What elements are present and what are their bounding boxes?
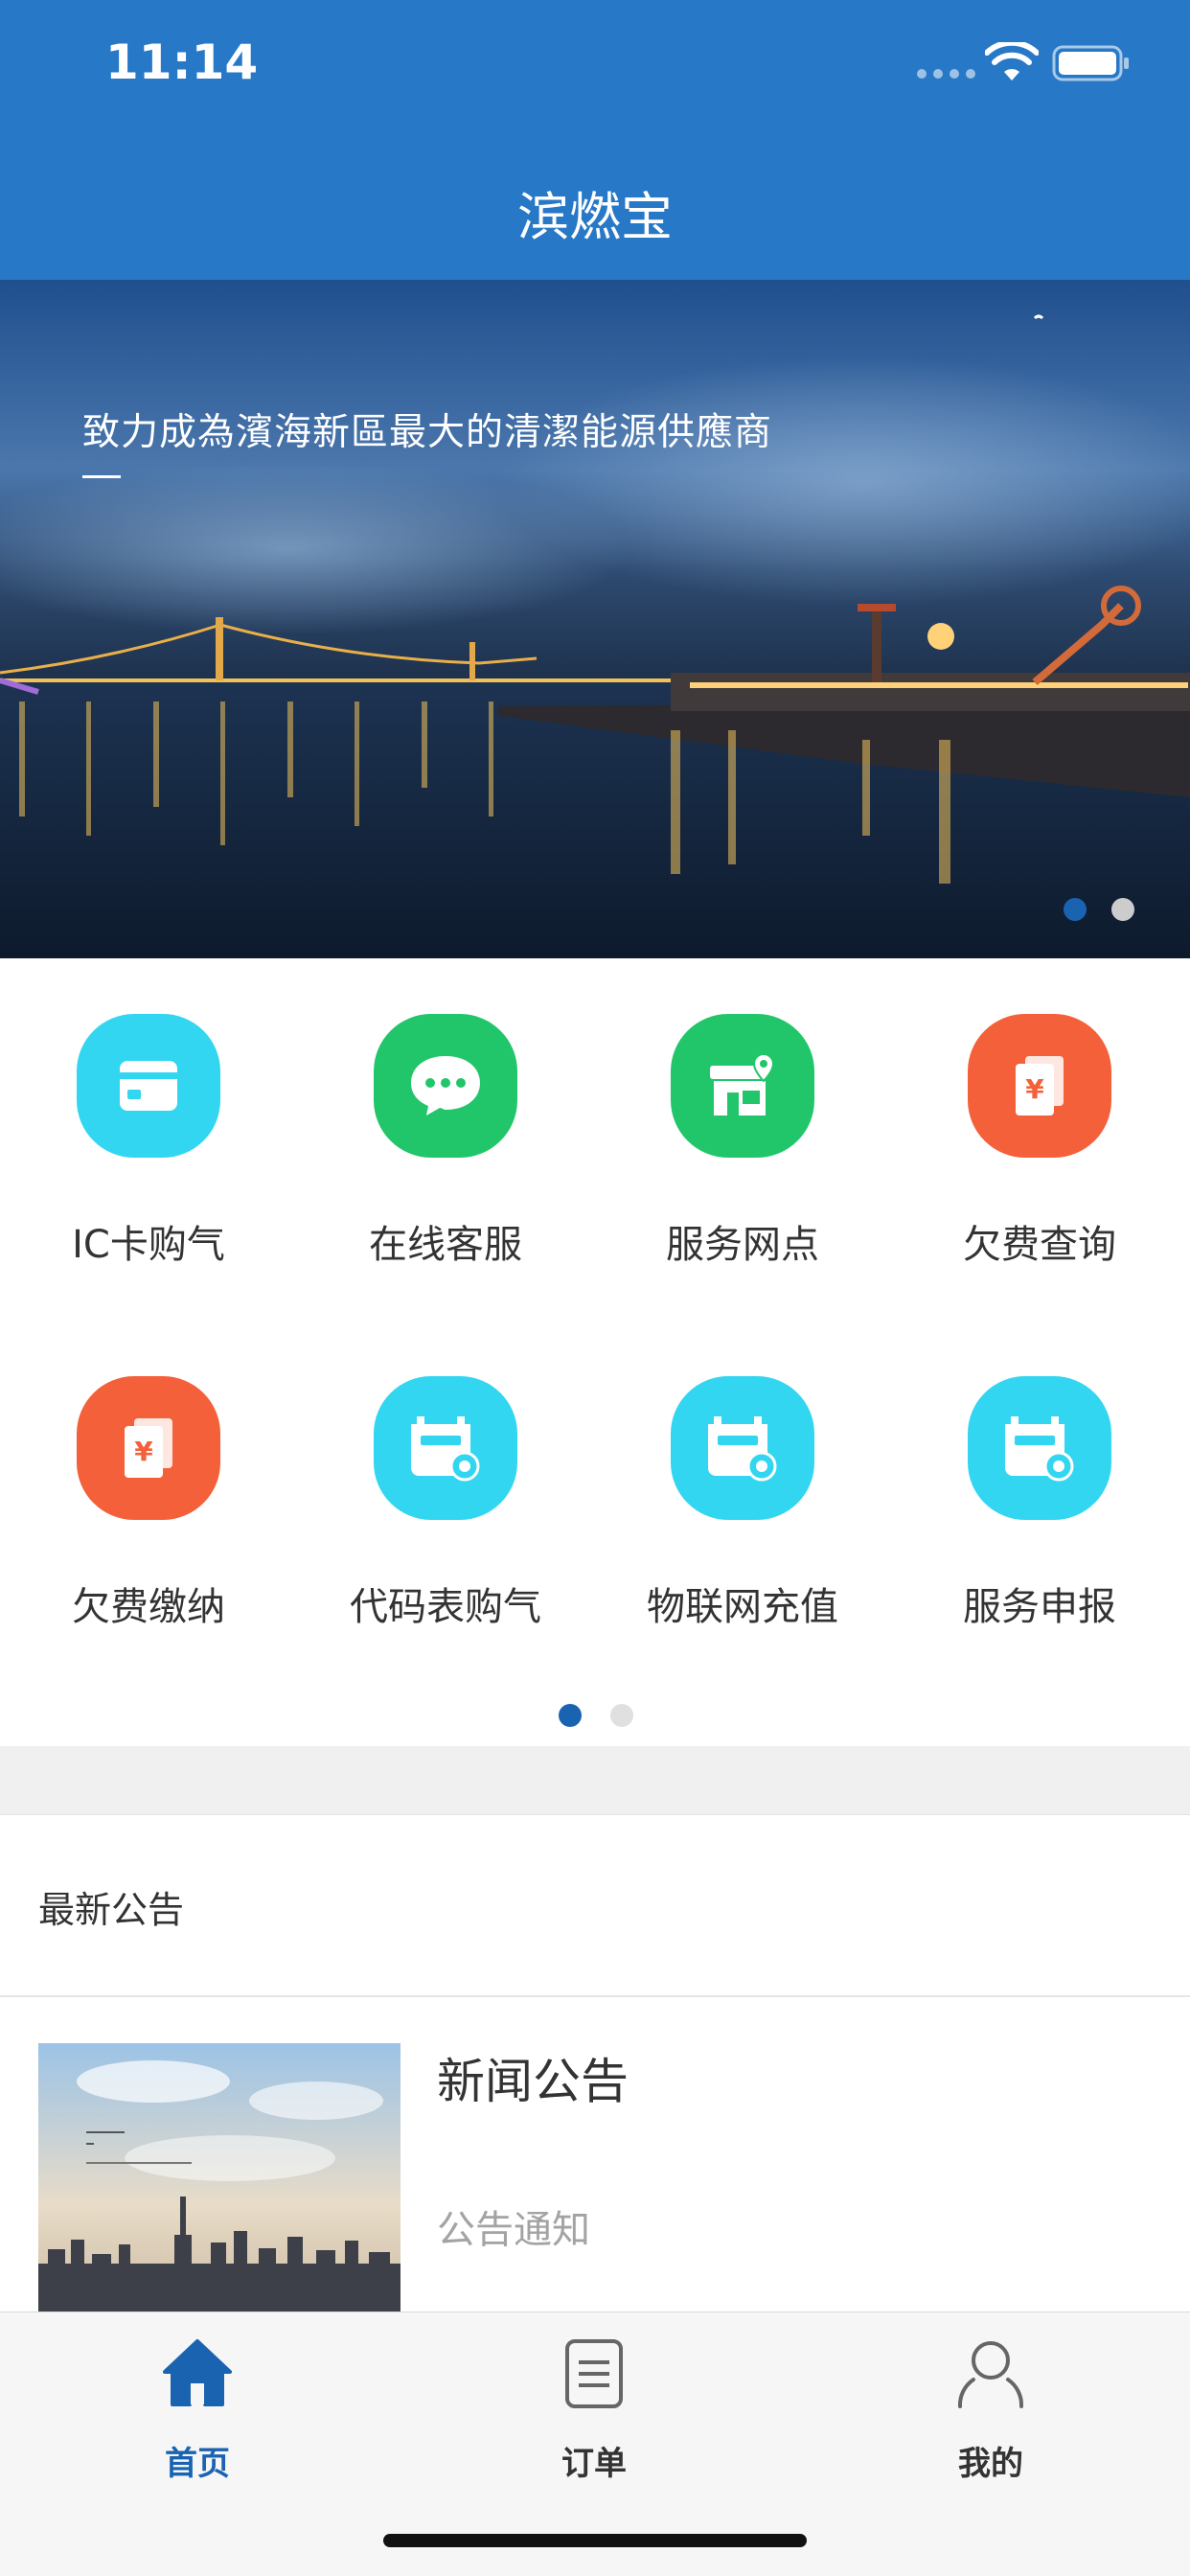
grid-item-label: 服务网点	[666, 1223, 819, 1267]
news-subtitle: 公告通知	[437, 2208, 590, 2252]
home-indicator	[383, 2534, 807, 2547]
svg-text:¥: ¥	[134, 1436, 153, 1467]
service-grid: IC卡购气 在线客服 服务网点 ¥ 欠费查询 ¥ 欠费缴纳 代码表购气 物联网充…	[0, 958, 1190, 1746]
tab-label: 订单	[561, 2445, 627, 2483]
grid-item-label: 代码表购气	[350, 1585, 541, 1629]
gas-meter-icon	[374, 1376, 517, 1520]
wifi-icon	[985, 42, 1039, 80]
grid-dot-1	[559, 1704, 582, 1727]
banner-page-indicator	[1064, 898, 1134, 921]
grid-item-service-report[interactable]: 服务申报	[891, 1376, 1188, 1631]
grid-item-label: 在线客服	[369, 1223, 522, 1267]
grid-page-indicator	[559, 1704, 633, 1727]
cellular-signal-icon	[917, 69, 975, 79]
grid-item-iot-recharge[interactable]: 物联网充值	[594, 1376, 891, 1631]
banner-carousel[interactable]: 致力成為濱海新區最大的清潔能源供應商	[0, 280, 1190, 958]
news-thumbnail	[38, 2043, 400, 2313]
banner-slogan: 致力成為濱海新區最大的清潔能源供應商	[82, 411, 773, 454]
grid-item-label: 服务申报	[963, 1585, 1116, 1629]
tab-label: 我的	[958, 2445, 1023, 2483]
banner-dot-1	[1064, 898, 1087, 921]
grid-item-label: 欠费缴纳	[72, 1585, 225, 1629]
order-list-icon	[565, 2339, 623, 2408]
chat-icon	[374, 1014, 517, 1158]
grid-item-online-service[interactable]: 在线客服	[297, 1014, 594, 1269]
banner-image	[0, 280, 1190, 958]
battery-icon	[1052, 45, 1129, 81]
store-location-icon	[671, 1014, 814, 1158]
home-icon	[163, 2339, 232, 2406]
grid-item-ic-card[interactable]: IC卡购气	[0, 1014, 297, 1269]
gas-meter-icon	[671, 1376, 814, 1520]
svg-text:¥: ¥	[1025, 1073, 1044, 1105]
banner-dot-2	[1111, 898, 1134, 921]
grid-item-arrears-query[interactable]: ¥ 欠费查询	[891, 1014, 1188, 1269]
grid-dot-2	[610, 1704, 633, 1727]
news-list-item[interactable]: 新闻公告 公告通知	[0, 1997, 1190, 2313]
bill-query-icon: ¥	[968, 1014, 1111, 1158]
page-title: 滨燃宝	[517, 187, 673, 247]
bill-pay-icon: ¥	[77, 1376, 220, 1520]
user-icon	[957, 2341, 1024, 2408]
announcements-title: 最新公告	[38, 1889, 185, 1931]
grid-item-code-meter-gas[interactable]: 代码表购气	[297, 1376, 594, 1631]
top-header: 11:14 滨燃宝	[0, 0, 1190, 280]
grid-item-arrears-payment[interactable]: ¥ 欠费缴纳	[0, 1376, 297, 1631]
gas-meter-icon	[968, 1376, 1111, 1520]
status-time: 11:14	[105, 34, 259, 90]
news-title: 新闻公告	[437, 2054, 629, 2109]
tab-label: 首页	[165, 2445, 230, 2483]
grid-item-label: 欠费查询	[963, 1223, 1116, 1267]
banner-divider	[82, 475, 121, 478]
section-separator	[0, 1746, 1190, 1815]
tab-orders[interactable]: 订单	[450, 2335, 738, 2484]
grid-item-service-outlets[interactable]: 服务网点	[594, 1014, 891, 1269]
tab-home[interactable]: 首页	[54, 2335, 341, 2484]
tab-profile[interactable]: 我的	[847, 2335, 1134, 2484]
app-screen: 11:14 滨燃宝 致力成為濱海新區最大的清潔能源供應商 IC卡购气 在线客服 …	[0, 0, 1190, 2576]
grid-item-label: 物联网充值	[647, 1585, 838, 1629]
grid-item-label: IC卡购气	[72, 1223, 225, 1267]
card-icon	[77, 1014, 220, 1158]
